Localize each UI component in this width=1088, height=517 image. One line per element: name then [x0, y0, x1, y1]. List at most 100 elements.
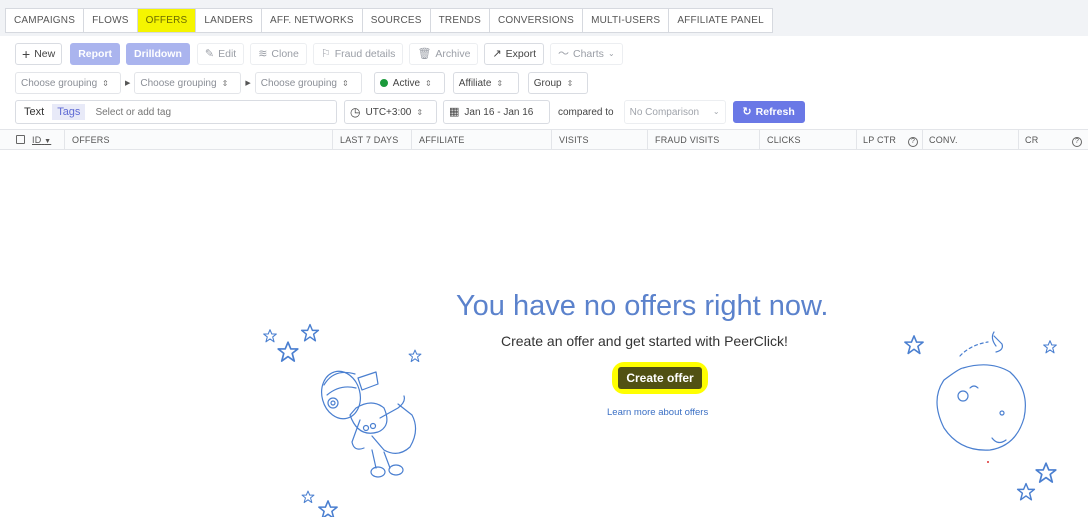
grouping-1-label: Choose grouping [21, 77, 98, 89]
star-icon [1043, 340, 1057, 354]
tab-flows[interactable]: FLOWS [84, 9, 138, 32]
updown-icon: ⇕ [496, 78, 504, 88]
grouping-3-label: Choose grouping [260, 77, 337, 89]
updown-icon: ⇕ [416, 107, 424, 117]
tab-aff-networks[interactable]: AFF. NETWORKS [262, 9, 363, 32]
updown-icon: ⇕ [102, 78, 109, 88]
column-lp-ctr[interactable]: LP CTR [863, 130, 896, 150]
export-arrow-icon: ↗ [492, 47, 502, 60]
column-last-7-days[interactable]: LAST 7 DAYS [340, 130, 398, 150]
trash-icon: 🗑︎ [417, 47, 432, 60]
column-divider [64, 130, 65, 150]
export-button[interactable]: ↗ Export [484, 43, 544, 65]
column-visits[interactable]: VISITS [559, 130, 589, 150]
stack-icon: ≋ [258, 47, 268, 60]
column-clicks[interactable]: CLICKS [767, 130, 801, 150]
line-chart-icon: 〜 [558, 47, 569, 60]
report-label: Report [78, 48, 113, 60]
tab-affiliate-panel[interactable]: AFFILIATE PANEL [669, 9, 772, 32]
fraud-details-label: Fraud details [334, 48, 396, 60]
tab-offers[interactable]: OFFERS [137, 9, 197, 32]
comparison-select[interactable]: No Comparison ⌄ [623, 100, 726, 124]
column-divider [332, 130, 333, 150]
report-button[interactable]: Report [70, 43, 121, 65]
status-select[interactable]: Active ⇕ [373, 72, 445, 94]
chevron-down-icon: ⌄ [712, 107, 720, 116]
tab-multi-users[interactable]: MULTI-USERS [583, 9, 670, 32]
column-id-label: ID [32, 135, 42, 145]
updown-icon: ⇕ [341, 78, 349, 88]
sort-down-icon: ▼ [44, 138, 52, 145]
charts-button[interactable]: 〜 Charts ⌄ [550, 43, 623, 65]
star-icon [263, 329, 277, 343]
tag-mode-text[interactable]: Text [16, 106, 52, 118]
caret-right-icon: ▶ [125, 80, 131, 87]
create-offer-button[interactable]: Create offer [612, 362, 708, 394]
column-affiliate[interactable]: AFFILIATE [419, 130, 465, 150]
refresh-button[interactable]: ↻ Refresh [732, 101, 805, 123]
updown-icon: ⇕ [566, 78, 574, 88]
grouping-select-2[interactable]: Choose grouping ⇕ [134, 72, 242, 94]
comparison-label: No Comparison [629, 106, 700, 118]
tab-conversions[interactable]: CONVERSIONS [490, 9, 584, 32]
empty-state-title: You have no offers right now. [456, 290, 829, 322]
star-icon [1016, 482, 1036, 501]
column-cr[interactable]: CR [1025, 130, 1038, 150]
column-divider [551, 130, 552, 150]
tab-trends[interactable]: TRENDS [431, 9, 490, 32]
star-icon [408, 349, 422, 363]
updown-icon: ⇕ [221, 78, 229, 88]
tag-filter[interactable]: Text Tags [15, 100, 337, 124]
select-all-checkbox[interactable] [16, 135, 25, 144]
column-divider [1018, 130, 1019, 150]
star-icon [1035, 462, 1057, 483]
grouping-select-3[interactable]: Choose grouping ⇕ [254, 72, 362, 94]
edit-button[interactable]: ✎ Edit [196, 43, 245, 65]
lp-ctr-help-icon[interactable]: ? [908, 135, 918, 147]
new-button[interactable]: + New [15, 43, 63, 65]
learn-more-link[interactable]: Learn more about offers [607, 407, 708, 418]
drilldown-button[interactable]: Drilldown [126, 43, 190, 65]
empty-state-subtitle: Create an offer and get started with Pee… [501, 333, 788, 349]
archive-button[interactable]: 🗑︎ Archive [409, 43, 479, 65]
tag-mode-tags[interactable]: Tags [52, 104, 86, 120]
column-offers[interactable]: OFFERS [72, 130, 110, 150]
tab-campaigns[interactable]: CAMPAIGNS [6, 9, 85, 32]
fraud-details-button[interactable]: ⚐ Fraud details [312, 43, 404, 65]
column-divider [922, 130, 923, 150]
planet-icon [936, 331, 1026, 451]
refresh-icon: ↻ [742, 105, 752, 118]
affiliate-select[interactable]: Affiliate ⇕ [452, 72, 519, 94]
group-select[interactable]: Group ⇕ [527, 72, 588, 94]
help-icon-glyph: ? [908, 137, 918, 147]
active-status-dot [379, 79, 388, 87]
tab-sources[interactable]: SOURCES [363, 9, 431, 32]
grouping-select-1[interactable]: Choose grouping ⇕ [15, 72, 121, 94]
table-header: ID ▼ OFFERS LAST 7 DAYS AFFILIATE VISITS… [0, 129, 1088, 150]
clock-icon: ◷ [350, 105, 361, 119]
cr-help-icon[interactable]: ? [1072, 135, 1082, 147]
star-icon [277, 341, 299, 362]
status-label: Active [392, 77, 421, 89]
refresh-label: Refresh [755, 106, 795, 118]
help-icon-glyph: ? [1072, 137, 1082, 147]
timezone-select[interactable]: ◷ UTC+3:00 ⇕ [344, 100, 437, 124]
edit-label: Edit [218, 48, 237, 60]
tab-landers[interactable]: LANDERS [196, 9, 263, 32]
filter-toolbar: Text Tags ◷ UTC+3:00 ⇕ ▦ Jan 16 - Jan 16… [15, 100, 805, 124]
tag-input[interactable] [95, 106, 296, 118]
chevron-down-icon: ⌄ [607, 49, 615, 58]
caret-right-icon: ▶ [245, 80, 251, 87]
timezone-label: UTC+3:00 [365, 106, 412, 118]
column-conv[interactable]: CONV. [929, 130, 958, 150]
clone-button[interactable]: ≋ Clone [250, 43, 307, 65]
date-range-label: Jan 16 - Jan 16 [464, 106, 534, 118]
grouping-toolbar: Choose grouping ⇕ ▶ Choose grouping ⇕ ▶ … [15, 72, 588, 94]
date-range-picker[interactable]: ▦ Jan 16 - Jan 16 [443, 100, 550, 124]
column-fraud-visits[interactable]: FRAUD VISITS [655, 130, 719, 150]
grouping-2-label: Choose grouping [140, 77, 217, 89]
affiliate-label: Affiliate [458, 77, 492, 89]
plus-icon: + [22, 46, 31, 62]
column-divider [759, 130, 760, 150]
column-id[interactable]: ID ▼ [32, 130, 51, 150]
